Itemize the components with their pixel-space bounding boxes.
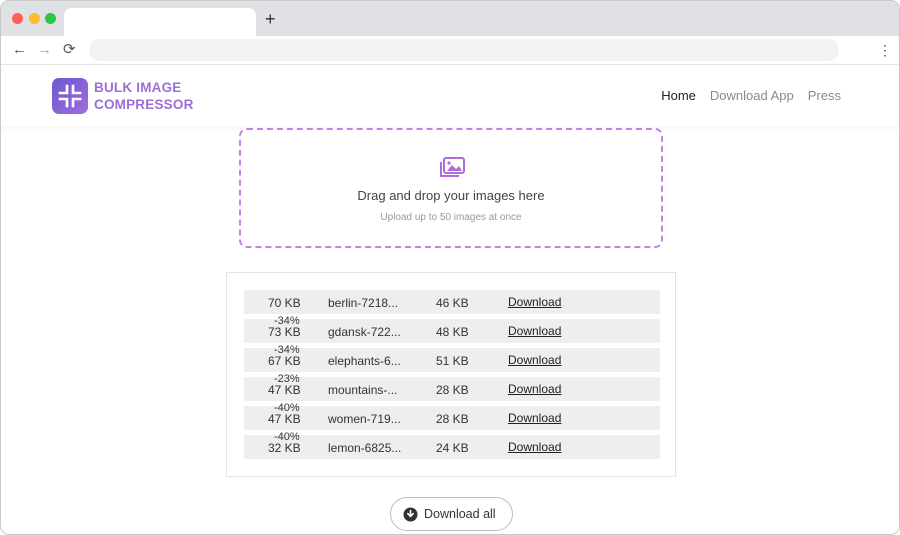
compressed-size: 24 KB bbox=[436, 441, 469, 455]
result-row: 47 KB -23% mountains-... 28 KB Download bbox=[244, 373, 660, 401]
original-size: 47 KB bbox=[268, 412, 301, 426]
download-all-label: Download all bbox=[424, 507, 496, 521]
download-link[interactable]: Download bbox=[508, 440, 561, 454]
compressed-size: 28 KB bbox=[436, 412, 469, 426]
download-link[interactable]: Download bbox=[508, 324, 561, 338]
logo-line-1: BULK IMAGE bbox=[94, 80, 182, 95]
forward-icon[interactable]: → bbox=[37, 41, 52, 59]
menu-icon[interactable]: ⋮ bbox=[878, 41, 892, 59]
savings-percent: -34% bbox=[274, 315, 300, 327]
images-icon bbox=[440, 157, 465, 177]
file-name: women-719... bbox=[328, 412, 401, 426]
file-name: berlin-7218... bbox=[328, 296, 399, 310]
dropzone-title: Drag and drop your images here bbox=[357, 188, 545, 203]
download-link[interactable]: Download bbox=[508, 411, 561, 425]
download-link[interactable]: Download bbox=[508, 382, 561, 396]
file-name: mountains-... bbox=[328, 383, 398, 397]
close-window-button[interactable] bbox=[12, 13, 23, 24]
original-size: 70 KB bbox=[268, 296, 301, 310]
download-link[interactable]: Download bbox=[508, 295, 561, 309]
minimize-window-button[interactable] bbox=[29, 13, 40, 24]
savings-percent: -23% bbox=[274, 373, 300, 385]
result-row: 32 KB -40% lemon-6825... 24 KB Download bbox=[244, 431, 660, 459]
logo-line-2: COMPRESSOR bbox=[94, 97, 194, 112]
result-row: 73 KB -34% gdansk-722... 48 KB Download bbox=[244, 315, 660, 343]
results-panel: 70 KB berlin-7218... 46 KB Download 73 K… bbox=[226, 272, 676, 477]
original-size: 32 KB bbox=[268, 441, 301, 455]
file-name: lemon-6825... bbox=[328, 441, 402, 455]
nav-download-app[interactable]: Download App bbox=[710, 88, 794, 103]
browser-window: + ← → ⟳ ⋮ BULK IMAGE COMPRESSOR Home Dow bbox=[0, 0, 900, 535]
result-row: 70 KB berlin-7218... 46 KB Download bbox=[244, 290, 660, 314]
result-row: 47 KB -40% women-719... 28 KB Download bbox=[244, 402, 660, 430]
compress-logo-icon[interactable] bbox=[52, 78, 88, 114]
file-name: gdansk-722... bbox=[328, 325, 401, 339]
compressed-size: 28 KB bbox=[436, 383, 469, 397]
site-nav: Home Download App Press bbox=[661, 88, 841, 103]
original-size: 47 KB bbox=[268, 383, 301, 397]
download-all-button[interactable]: Download all bbox=[390, 497, 513, 531]
reload-icon[interactable]: ⟳ bbox=[63, 41, 76, 59]
file-name: elephants-6... bbox=[328, 354, 401, 368]
download-link[interactable]: Download bbox=[508, 353, 561, 367]
tab-bar: + bbox=[1, 1, 899, 36]
savings-percent: -40% bbox=[274, 402, 300, 414]
original-size: 73 KB bbox=[268, 325, 301, 339]
download-circle-icon bbox=[403, 507, 418, 522]
compressed-size: 51 KB bbox=[436, 354, 469, 368]
dropzone-subtitle: Upload up to 50 images at once bbox=[380, 212, 522, 223]
new-tab-button[interactable]: + bbox=[265, 10, 276, 28]
savings-percent: -34% bbox=[274, 344, 300, 356]
nav-press[interactable]: Press bbox=[808, 88, 841, 103]
maximize-window-button[interactable] bbox=[45, 13, 56, 24]
back-icon[interactable]: ← bbox=[12, 41, 27, 59]
savings-percent: -40% bbox=[274, 431, 300, 443]
original-size: 67 KB bbox=[268, 354, 301, 368]
address-bar[interactable] bbox=[89, 39, 839, 61]
compressed-size: 46 KB bbox=[436, 296, 469, 310]
upload-dropzone[interactable]: Drag and drop your images here Upload up… bbox=[239, 128, 663, 248]
nav-home[interactable]: Home bbox=[661, 88, 696, 103]
result-row: 67 KB -34% elephants-6... 51 KB Download bbox=[244, 344, 660, 372]
compressed-size: 48 KB bbox=[436, 325, 469, 339]
site-header: BULK IMAGE COMPRESSOR Home Download App … bbox=[1, 66, 899, 126]
site-logo-text[interactable]: BULK IMAGE COMPRESSOR bbox=[94, 79, 194, 113]
active-tab[interactable] bbox=[64, 8, 256, 36]
browser-toolbar: ← → ⟳ ⋮ bbox=[1, 36, 899, 65]
